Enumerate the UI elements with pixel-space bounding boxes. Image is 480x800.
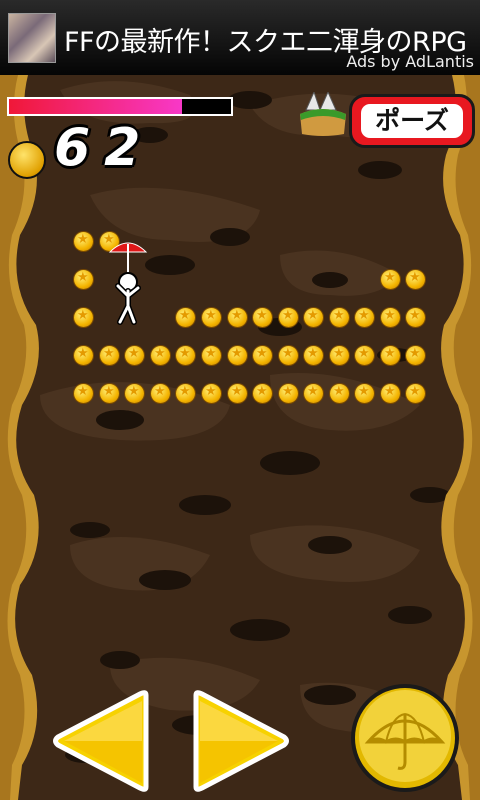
coin [228,308,247,327]
coin [381,346,400,365]
coin [202,384,221,403]
coin [125,346,144,365]
coin [355,308,374,327]
coin [176,346,195,365]
coin [355,346,374,365]
right-arrow-icon [193,690,289,792]
coin [151,384,170,403]
coin [151,346,170,365]
health-bar [7,97,233,116]
coin [304,308,323,327]
coin [381,384,400,403]
coin [304,346,323,365]
coin [202,346,221,365]
coin [74,346,93,365]
coin [406,308,425,327]
coin [330,308,349,327]
coin [74,270,93,289]
coin [279,308,298,327]
coin [330,346,349,365]
right-arrow-button[interactable] [190,687,292,799]
coin [74,384,93,403]
coin [279,346,298,365]
coin [406,270,425,289]
coin [381,270,400,289]
coin [74,308,93,327]
pause-button[interactable]: ポーズ [349,94,475,148]
coin [253,384,272,403]
coin [228,384,247,403]
coin [304,384,323,403]
player-character [104,236,152,332]
coin [202,308,221,327]
coin [74,232,93,251]
coin [355,384,374,403]
coin [100,346,119,365]
coin [176,308,195,327]
umbrella-icon [351,684,459,792]
coin [330,384,349,403]
left-arrow-button[interactable] [50,687,152,799]
left-arrow-icon [53,690,149,792]
coin-count: 62 [54,118,155,178]
health-bar-fill [9,99,183,114]
spiked-platform-icon [298,90,348,141]
coin [406,384,425,403]
coin [253,308,272,327]
coin [125,384,144,403]
ad-banner[interactable]: FFの最新作！スクエ二渾身のRPG Ads by AdLantis [0,0,480,75]
coin [100,384,119,403]
ad-credit: Ads by AdLantis [346,52,474,71]
coin [406,346,425,365]
coin [253,346,272,365]
pause-label: ポーズ [361,104,463,138]
coin [279,384,298,403]
coin [176,384,195,403]
coin [228,346,247,365]
star-coin-icon [8,141,46,179]
umbrella-button[interactable] [346,682,464,798]
ad-thumbnail-image[interactable] [8,13,56,63]
coin [381,308,400,327]
